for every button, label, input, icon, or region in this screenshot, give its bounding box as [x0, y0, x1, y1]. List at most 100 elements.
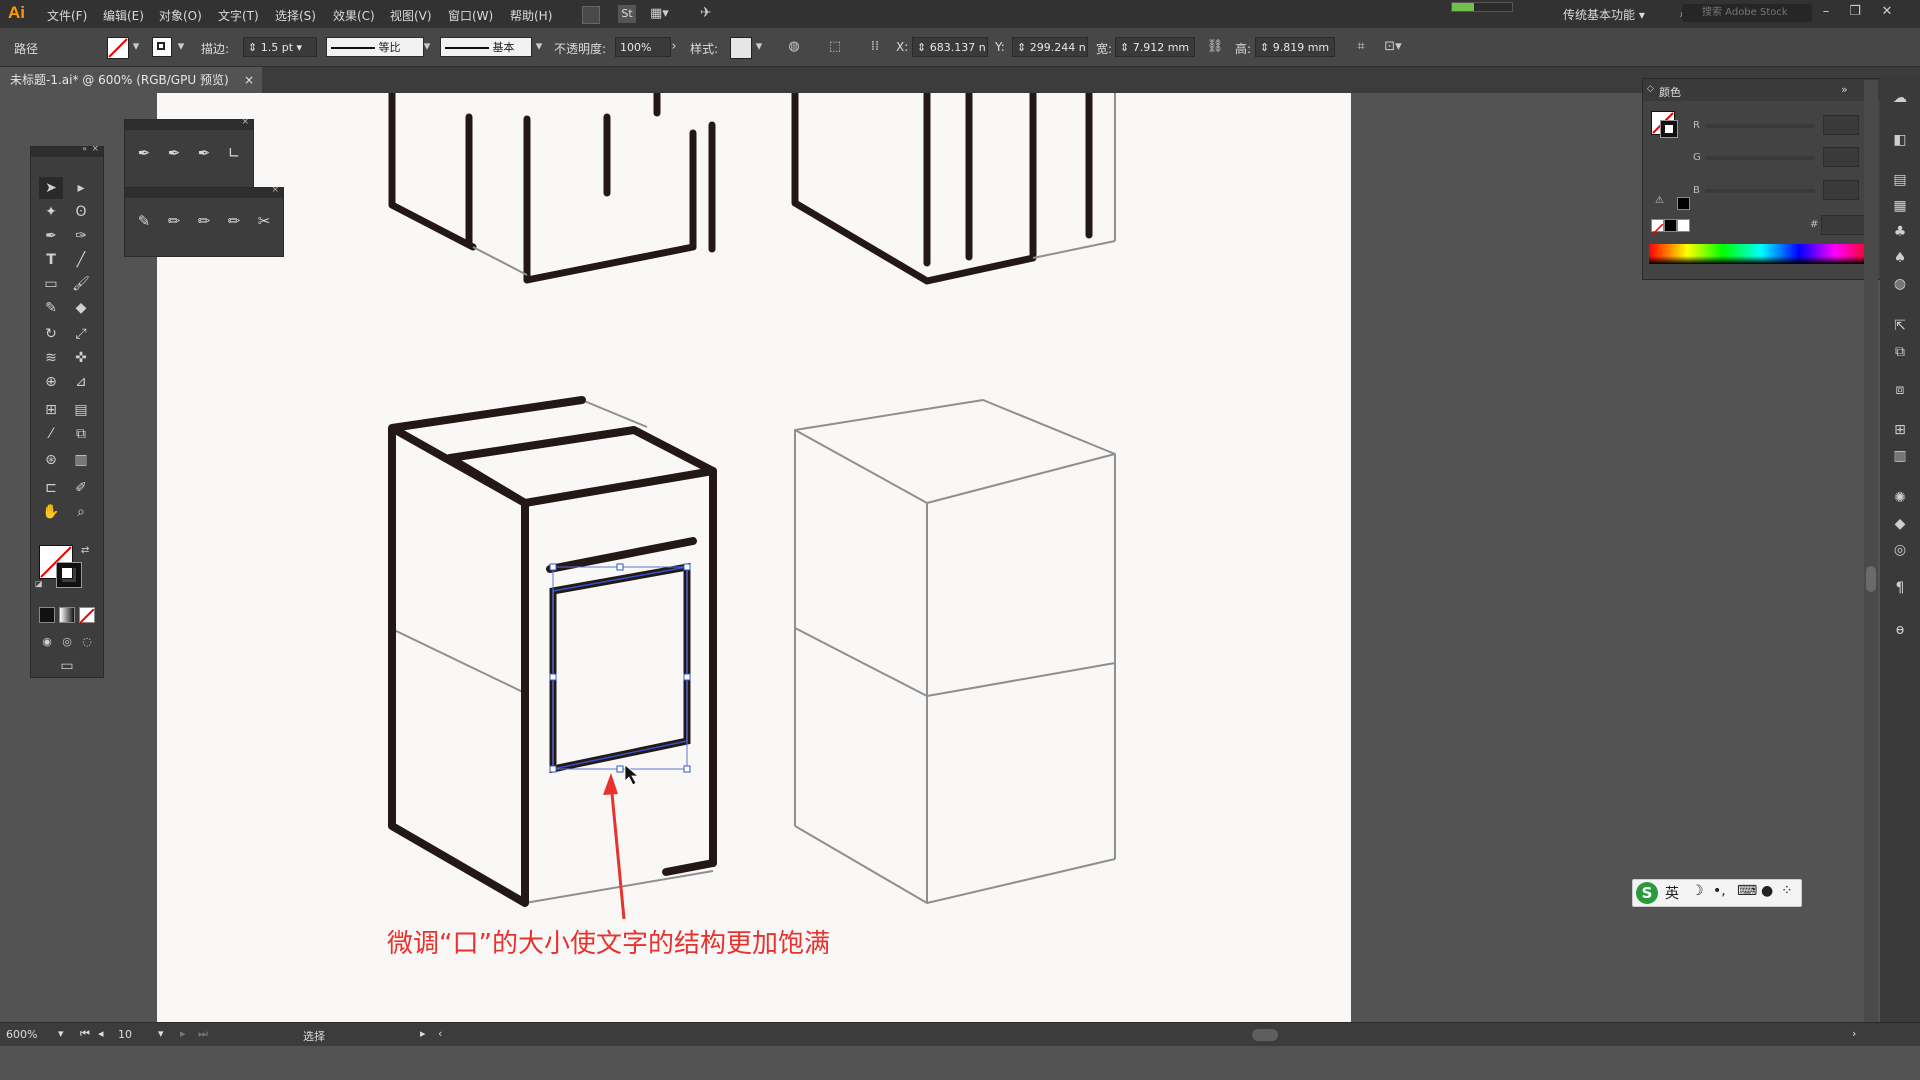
fill-swatch[interactable]	[107, 37, 129, 59]
vertical-scrollbar[interactable]	[1864, 80, 1878, 1022]
zoom-level[interactable]: 600%	[6, 1028, 37, 1041]
out-of-gamut-icon[interactable]: ⚠	[1655, 195, 1664, 206]
shaper-tool-icon[interactable]: ✎	[133, 210, 155, 232]
x-field[interactable]: ⇕ 683.137 n	[912, 37, 988, 57]
send-icon[interactable]: ✈	[700, 5, 712, 21]
collapse-icon[interactable]: «	[82, 144, 87, 153]
black-quick-swatch[interactable]	[1664, 219, 1677, 232]
layers-icon[interactable]: ◆	[1890, 514, 1910, 534]
glyph-top-right[interactable]	[791, 93, 1093, 285]
channel-b-field[interactable]	[1823, 180, 1859, 200]
menu-help[interactable]: 帮助(H)	[510, 7, 552, 24]
lasso-tool-icon[interactable]: ʘ	[69, 201, 93, 223]
libraries-icon[interactable]: ☁	[1890, 88, 1910, 108]
magic-wand-tool-icon[interactable]: ✦	[39, 201, 63, 223]
stroke-weight-field[interactable]: ⇕ 1.5 pt ▾	[243, 37, 317, 57]
opacity-arrow-icon[interactable]: ›	[665, 38, 683, 56]
properties-icon[interactable]: ◧	[1890, 130, 1910, 150]
zoom-dropdown-icon[interactable]: ▾	[58, 1027, 64, 1040]
close-tab-icon[interactable]: ×	[244, 67, 254, 93]
vertical-scroll-thumb[interactable]	[1866, 566, 1876, 592]
expand-icon[interactable]: »	[1841, 83, 1848, 96]
ime-language[interactable]: 英	[1665, 883, 1679, 903]
menu-object[interactable]: 对象(O)	[159, 7, 202, 24]
graphic-style-swatch[interactable]	[730, 37, 752, 59]
type-tool-icon[interactable]: T	[39, 249, 63, 271]
panel-options-icon[interactable]: ◇	[1647, 84, 1654, 94]
scroll-right-icon[interactable]: ›	[1852, 1027, 1856, 1040]
default-colors-icon[interactable]: ◪	[35, 579, 43, 588]
brush-dropdown-icon[interactable]: ▾	[530, 38, 548, 56]
selection-handles[interactable]	[549, 563, 691, 773]
sogou-logo-icon[interactable]: S	[1636, 882, 1658, 904]
eraser-tool-icon[interactable]: ◆	[69, 297, 93, 319]
transform-panel-icon[interactable]: ⊞	[1890, 420, 1910, 440]
stock-search-input[interactable]: 搜索 Adobe Stock	[1682, 4, 1812, 22]
menu-window[interactable]: 窗口(W)	[448, 7, 493, 24]
symbol-sprayer-tool-icon[interactable]: ⊛	[39, 449, 63, 471]
previous-artboard-icon[interactable]: ◂	[98, 1027, 104, 1040]
white-quick-swatch[interactable]	[1677, 219, 1690, 232]
symbols-icon[interactable]: ♣	[1890, 222, 1910, 242]
join-tool-icon[interactable]: ✂	[253, 210, 275, 232]
paintbrush-tool-icon[interactable]: 🖌	[69, 273, 93, 295]
artboard-dropdown-icon[interactable]: ▾	[158, 1027, 164, 1040]
add-anchor-tool-icon[interactable]: ✒	[163, 142, 185, 164]
channel-r-field[interactable]	[1823, 115, 1859, 135]
minimize-icon[interactable]: –	[1817, 4, 1835, 22]
puppet-warp-tool-icon[interactable]: ✜	[69, 347, 93, 369]
scroll-left-icon[interactable]: ‹	[438, 1027, 442, 1040]
flyout-header[interactable]: ×	[125, 117, 253, 130]
color-guide-icon[interactable]: ◎	[1890, 540, 1910, 560]
brushes-icon[interactable]: ▦	[1890, 196, 1910, 216]
export-icon[interactable]: ⇱	[1890, 316, 1910, 336]
channel-g-field[interactable]	[1823, 147, 1859, 167]
graph-tool-icon[interactable]: ▥	[69, 449, 93, 471]
profile-dropdown-icon[interactable]: ▾	[418, 38, 436, 56]
none-mode-icon[interactable]	[79, 607, 95, 624]
artwork-canvas[interactable]	[157, 93, 1351, 1023]
warp-tool-icon[interactable]: ≋	[39, 347, 63, 369]
glyph-top-left[interactable]	[388, 93, 716, 284]
fill-dropdown-icon[interactable]: ▾	[127, 38, 145, 56]
pen-tool-icon[interactable]: ✒	[133, 142, 155, 164]
gradient-tool-icon[interactable]: ▤	[69, 399, 93, 421]
hand-tool-icon[interactable]: ✋	[39, 501, 63, 523]
grid-icon[interactable]: ⁘	[1781, 883, 1793, 899]
artboard-tool-icon[interactable]: ⊏	[39, 477, 63, 499]
channel-r-slider[interactable]	[1705, 124, 1815, 128]
user-icon[interactable]: ●	[1761, 883, 1773, 899]
horizontal-scroll-thumb[interactable]	[1252, 1029, 1278, 1041]
pen-tool-icon[interactable]: ✒	[39, 225, 63, 247]
draw-inside-icon[interactable]: ◌	[75, 631, 99, 653]
punctuation-icon[interactable]: •,	[1713, 883, 1726, 899]
channel-b-slider[interactable]	[1705, 189, 1815, 193]
zoom-tool-icon[interactable]: ⌕	[69, 501, 93, 523]
stroke-color-swatch[interactable]	[56, 562, 82, 588]
panel-stroke-swatch[interactable]	[1660, 120, 1678, 138]
isolate-icon[interactable]: ⊡▾	[1384, 38, 1402, 56]
color-spectrum[interactable]	[1649, 244, 1873, 264]
variable-width-profile[interactable]: 等比	[326, 37, 424, 57]
selected-square-path[interactable]	[549, 562, 691, 774]
menu-file[interactable]: 文件(F)	[47, 7, 87, 24]
menu-edit[interactable]: 编辑(E)	[103, 7, 144, 24]
color-mode-icon[interactable]	[39, 607, 55, 623]
smooth-tool-icon[interactable]: ✏	[193, 210, 215, 232]
width-field[interactable]: ⇕ 7.912 mm	[1115, 37, 1195, 57]
swap-colors-icon[interactable]: ⇄	[81, 545, 89, 556]
close-flyout-icon[interactable]: ×	[271, 185, 279, 195]
artboards-icon[interactable]: ⧉	[1890, 342, 1910, 362]
path-eraser-tool-icon[interactable]: ✏	[223, 210, 245, 232]
keyboard-icon[interactable]: ⌨	[1737, 883, 1757, 899]
artboard[interactable]: 微调“口”的大小使文字的结构更加饱满	[157, 93, 1351, 1023]
height-field[interactable]: ⇕ 9.819 mm	[1255, 37, 1335, 57]
tools-panel-header[interactable]: « ×	[31, 144, 103, 157]
glyphs-icon[interactable]: ɵ	[1890, 620, 1910, 640]
graphic-styles-icon[interactable]: ♠	[1890, 248, 1910, 268]
artboard-number[interactable]: 10	[118, 1028, 132, 1041]
rectangle-tool-icon[interactable]: ▭	[39, 273, 63, 295]
align-icon[interactable]: ▥	[1890, 446, 1910, 466]
paragraph-icon[interactable]: ¶	[1890, 578, 1910, 598]
workspace-switcher[interactable]: 传统基本功能 ▾	[1563, 6, 1645, 23]
